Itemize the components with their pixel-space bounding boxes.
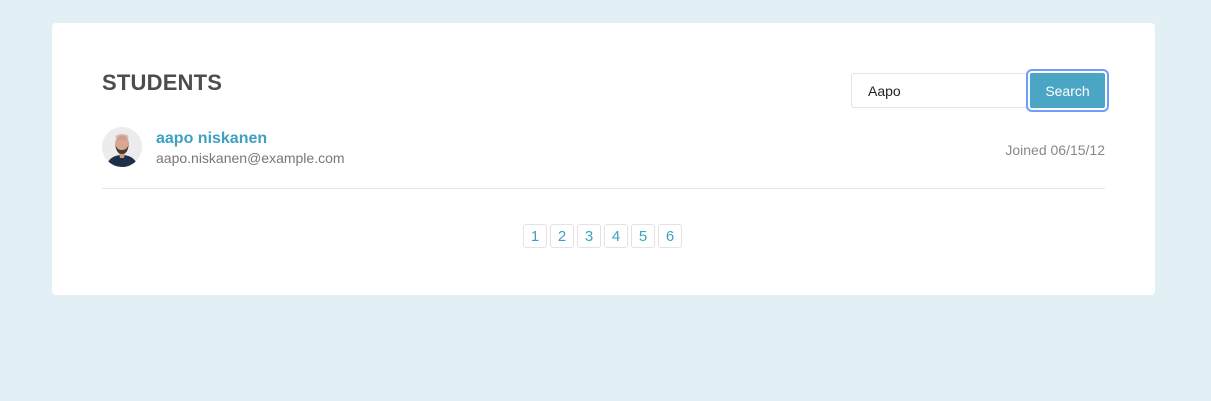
search-input[interactable] xyxy=(851,73,1029,108)
page-link-2[interactable]: 2 xyxy=(550,224,574,248)
pagination: 1 2 3 4 5 6 xyxy=(523,224,684,248)
page-link-5[interactable]: 5 xyxy=(631,224,655,248)
student-name-link[interactable]: aapo niskanen xyxy=(156,130,267,148)
page-link-6[interactable]: 6 xyxy=(658,224,682,248)
page-link-1[interactable]: 1 xyxy=(523,224,547,248)
search-button[interactable]: Search xyxy=(1026,69,1109,112)
page-link-3[interactable]: 3 xyxy=(577,224,601,248)
student-email: aapo.niskanen@example.com xyxy=(156,150,345,166)
page-link-4[interactable]: 4 xyxy=(604,224,628,248)
avatar xyxy=(102,127,142,167)
students-card: STUDENTS Search aapo niskanen aapo.niska… xyxy=(52,23,1155,295)
joined-date: Joined 06/15/12 xyxy=(1005,142,1105,158)
search-form: Search xyxy=(851,69,1109,112)
user-avatar-icon xyxy=(102,127,142,167)
page-title: STUDENTS xyxy=(102,70,223,95)
student-row: aapo niskanen aapo.niskanen@example.com … xyxy=(102,127,1105,189)
